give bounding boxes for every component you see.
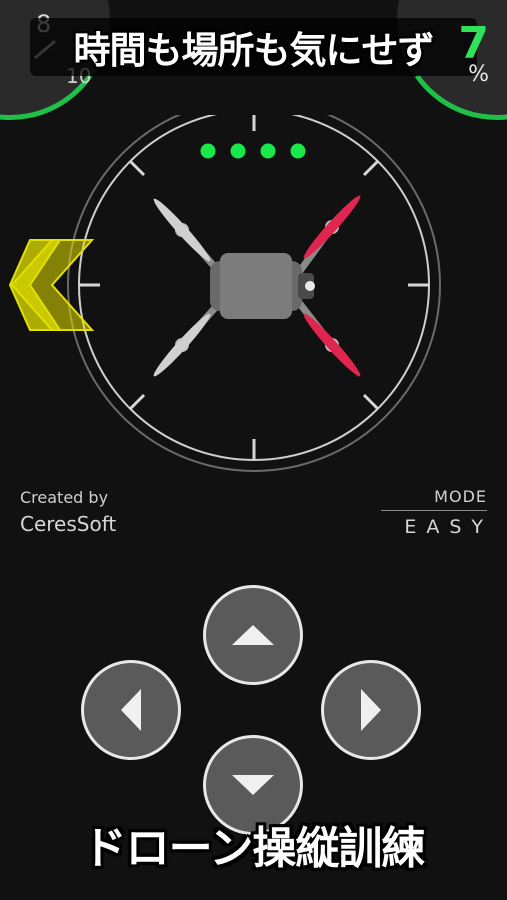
- signal-dot: [290, 143, 306, 159]
- drone-camera: [305, 281, 315, 291]
- mode-divider: [381, 510, 487, 511]
- drone-body: [210, 253, 315, 319]
- promo-banner-title: 時間も場所も気にせず: [73, 29, 435, 72]
- signal-dot: [200, 143, 216, 159]
- battery-percent-unit: %: [468, 62, 489, 87]
- mode-value[interactable]: EASY: [404, 516, 493, 538]
- footer-promo-title: ドローン操縦訓練: [82, 823, 426, 874]
- mode-label: MODE: [434, 487, 487, 506]
- credits-brand: CeresSoft: [20, 512, 117, 536]
- attitude-compass: [67, 115, 441, 472]
- signal-strength-dots: [200, 143, 306, 159]
- credits-label: Created by: [20, 488, 109, 507]
- propeller-rear-left: [153, 313, 211, 377]
- signal-dot: [230, 143, 246, 159]
- move-right-button[interactable]: [321, 660, 421, 760]
- propeller-front-right: [303, 195, 361, 259]
- down-arrow-icon: [232, 775, 274, 795]
- signal-dot: [260, 143, 276, 159]
- move-left-button[interactable]: [81, 660, 181, 760]
- propeller-front-left: [153, 198, 211, 262]
- propeller-rear-right: [303, 313, 361, 377]
- left-arrow-icon: [121, 689, 141, 731]
- right-arrow-icon: [361, 689, 381, 731]
- left-direction-indicator-icon: [8, 239, 95, 331]
- move-forward-button[interactable]: [203, 585, 303, 685]
- up-arrow-icon: [232, 625, 274, 645]
